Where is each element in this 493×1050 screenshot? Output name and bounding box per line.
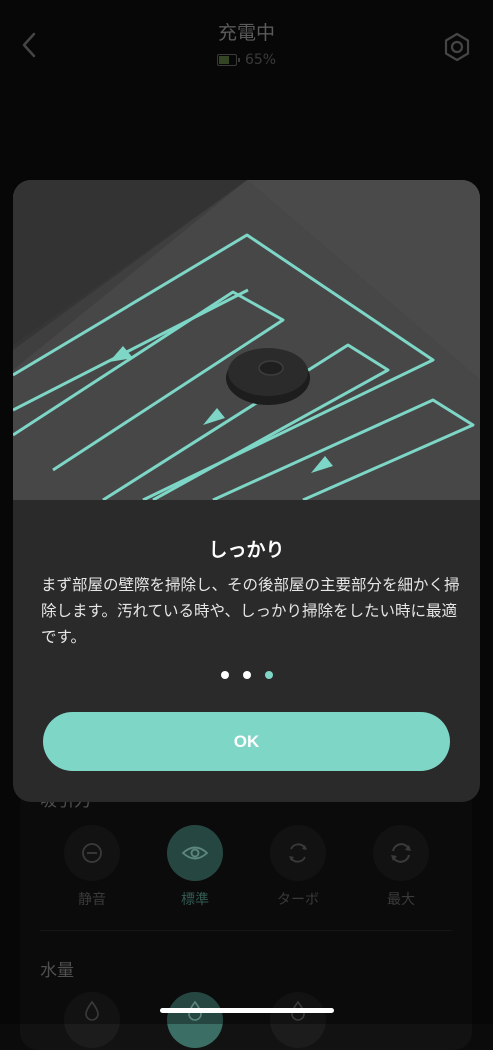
- modal-description: まず部屋の壁際を掃除し、その後部屋の主要部分を細かく掃除します。汚れている時や、…: [41, 576, 460, 646]
- ok-button[interactable]: OK: [43, 712, 450, 771]
- cleaning-route-illustration: [13, 180, 480, 500]
- page-dot[interactable]: [220, 671, 229, 679]
- page-dot[interactable]: [242, 671, 251, 679]
- page-indicator: [13, 671, 480, 679]
- page-dot-active[interactable]: [264, 671, 273, 679]
- modal-title: しっかり: [208, 539, 285, 561]
- home-indicator[interactable]: [160, 1008, 334, 1013]
- cleaning-mode-modal: しっかり まず部屋の壁際を掃除し、その後部屋の主要部分を細かく掃除します。汚れて…: [13, 180, 480, 802]
